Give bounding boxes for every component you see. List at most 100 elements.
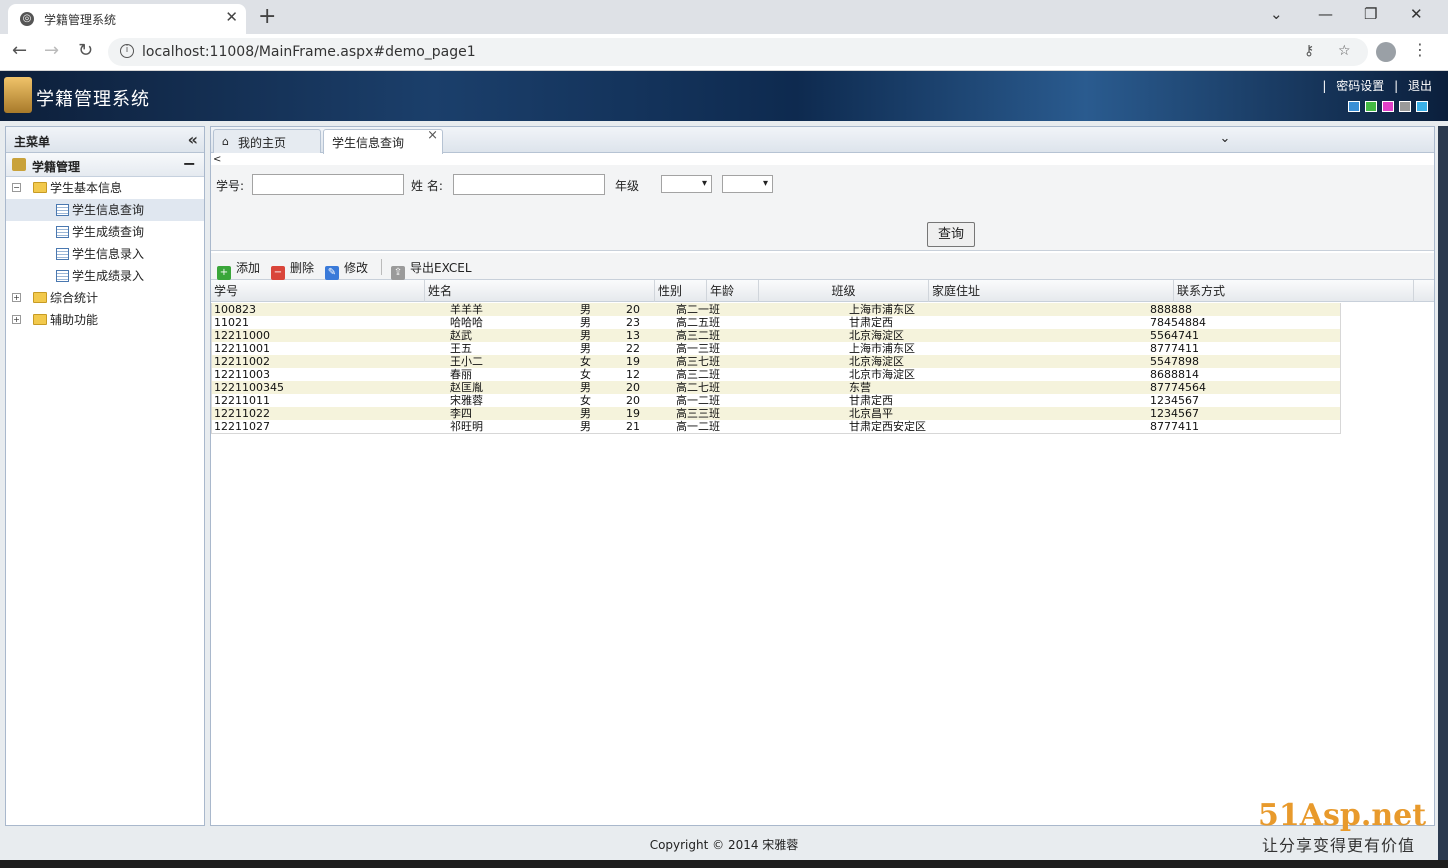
info-icon[interactable]: i <box>120 44 134 58</box>
cell-class: 高三三班 <box>676 407 720 420</box>
theme-swatch-green[interactable] <box>1365 101 1377 112</box>
minimize-button[interactable]: — <box>1318 5 1333 23</box>
table-row[interactable]: 12211003 春丽 女 12 高三二班 北京市海淀区 8688814 <box>212 368 1340 381</box>
cell-class: 高一二班 <box>676 394 720 407</box>
table-row[interactable]: 12211011 宋雅蓉 女 20 高一二班 甘肃定西 1234567 <box>212 394 1340 407</box>
theme-swatch-gray[interactable] <box>1399 101 1411 112</box>
tree-item-label: 学生成绩录入 <box>72 269 145 283</box>
theme-swatch-pink[interactable] <box>1382 101 1394 112</box>
window-close-button[interactable]: ✕ <box>1410 5 1423 23</box>
add-label: 添加 <box>236 261 261 275</box>
column-header-age[interactable]: 年龄 <box>707 280 759 302</box>
table-row[interactable]: 12211022 李四 男 19 高三三班 北京昌平 1234567 <box>212 407 1340 420</box>
tab-home[interactable]: ⌂ 我的主页 <box>213 129 321 153</box>
tree-item-auxiliary[interactable]: + 辅助功能 <box>6 309 204 331</box>
tree-item-statistics[interactable]: + 综合统计 <box>6 287 204 309</box>
star-icon[interactable]: ☆ <box>1338 43 1351 59</box>
tree-expand-icon[interactable]: + <box>12 293 21 302</box>
cell-contact: 8688814 <box>1150 368 1199 381</box>
cell-name: 祁旺明 <box>450 420 483 433</box>
cell-age: 20 <box>626 381 640 394</box>
cell-class: 高三二班 <box>676 368 720 381</box>
tree-item-label: 辅助功能 <box>50 313 99 327</box>
export-icon: ⇪ <box>391 266 405 280</box>
cell-gender: 男 <box>580 316 591 329</box>
cell-student-no: 12211002 <box>214 355 270 368</box>
class-select[interactable]: ▾ <box>722 175 773 193</box>
cell-age: 19 <box>626 407 640 420</box>
sidebar-section-student-management[interactable]: 学籍管理 − <box>6 153 204 177</box>
password-settings-link[interactable]: 密码设置 <box>1336 79 1384 93</box>
table-row[interactable]: 100823 羊羊羊 男 20 高二一班 上海市浦东区 888888 <box>212 303 1340 316</box>
cell-class: 高一三班 <box>676 342 720 355</box>
cell-name: 宋雅蓉 <box>450 394 483 407</box>
column-header-address[interactable]: 家庭住址 <box>929 280 1174 302</box>
section-icon <box>12 158 26 171</box>
cell-age: 22 <box>626 342 640 355</box>
tree-item-student-info-query[interactable]: 学生信息查询 <box>6 199 204 221</box>
delete-icon: − <box>271 266 285 280</box>
edit-button[interactable]: ✎ 修改 <box>325 259 368 280</box>
tree-collapse-icon[interactable]: − <box>12 183 21 192</box>
table-row[interactable]: 1221100345 赵匡胤 男 20 高二七班 东营 87774564 <box>212 381 1340 394</box>
forward-icon[interactable]: → <box>44 40 59 61</box>
menu-kebab-icon[interactable]: ⋮ <box>1412 40 1428 59</box>
new-tab-button[interactable]: + <box>258 4 276 29</box>
delete-button[interactable]: − 删除 <box>271 259 314 280</box>
home-icon: ⌂ <box>222 135 229 148</box>
restore-button[interactable]: ❐ <box>1364 5 1377 23</box>
profile-avatar-icon[interactable] <box>1376 42 1396 62</box>
column-header-name[interactable]: 姓名 <box>425 280 655 302</box>
cell-student-no: 12211011 <box>214 394 270 407</box>
tree-item-student-info-entry[interactable]: 学生信息录入 <box>6 243 204 265</box>
cell-student-no: 12211001 <box>214 342 270 355</box>
table-row[interactable]: 12211000 赵武 男 13 高三二班 北京海淀区 5564741 <box>212 329 1340 342</box>
column-header-contact[interactable]: 联系方式 <box>1174 280 1414 302</box>
table-row[interactable]: 11021 哈哈哈 男 23 高二五班 甘肃定西 78454884 <box>212 316 1340 329</box>
tree-item-student-score-query[interactable]: 学生成绩查询 <box>6 221 204 243</box>
column-header-class[interactable]: 班级 <box>759 280 929 302</box>
cell-address: 上海市浦东区 <box>849 342 915 355</box>
table-row[interactable]: 12211002 王小二 女 19 高三七班 北京海淀区 5547898 <box>212 355 1340 368</box>
logout-link[interactable]: 退出 <box>1408 79 1432 93</box>
close-tab-icon[interactable]: ✕ <box>225 8 238 26</box>
collapse-section-icon[interactable]: − <box>183 154 196 173</box>
cell-age: 20 <box>626 303 640 316</box>
name-label: 姓 名: <box>411 179 443 193</box>
cell-contact: 5564741 <box>1150 329 1199 342</box>
collapse-sidebar-icon[interactable]: « <box>188 130 198 149</box>
tree-expand-icon[interactable]: + <box>12 315 21 324</box>
theme-swatch-blue[interactable] <box>1348 101 1360 112</box>
table-row[interactable]: 12211001 王五 男 22 高一三班 上海市浦东区 8777411 <box>212 342 1340 355</box>
reload-icon[interactable]: ↻ <box>78 40 93 61</box>
cell-age: 12 <box>626 368 640 381</box>
cell-contact: 87774564 <box>1150 381 1206 394</box>
cell-address: 北京海淀区 <box>849 329 904 342</box>
tab-search-icon[interactable]: ⌄ <box>1270 5 1283 23</box>
key-icon[interactable]: ⚷ <box>1304 43 1314 59</box>
header-separator: | <box>1322 79 1327 93</box>
column-header-student-no[interactable]: 学号 <box>211 280 425 302</box>
add-button[interactable]: + 添加 <box>217 259 260 280</box>
edit-icon: ✎ <box>325 266 339 280</box>
tab-student-info-query[interactable]: 学生信息查询 × <box>323 128 443 154</box>
url-field[interactable]: i localhost:11008/MainFrame.aspx#demo_pa… <box>108 38 1368 66</box>
tree-item-student-score-entry[interactable]: 学生成绩录入 <box>6 265 204 287</box>
close-tab-icon[interactable]: × <box>427 128 438 143</box>
export-excel-button[interactable]: ⇪ 导出EXCEL <box>391 259 472 280</box>
browser-tab[interactable]: ◎ 学籍管理系统 ✕ <box>8 4 246 34</box>
back-icon[interactable]: ← <box>12 40 27 61</box>
tabs-dropdown-icon[interactable]: ⌄ <box>1215 126 1235 152</box>
tree-item-student-basic-info[interactable]: − 学生基本信息 <box>6 177 204 199</box>
cell-address: 甘肃定西 <box>849 394 893 407</box>
column-header-gender[interactable]: 性别 <box>655 280 707 302</box>
theme-swatch-cyan[interactable] <box>1416 101 1428 112</box>
student-no-input[interactable] <box>252 174 404 195</box>
table-body: 100823 羊羊羊男 20 高二一班 上海市浦东区 888888 11021 哈哈哈男 23 高… <box>211 303 1341 434</box>
name-input[interactable] <box>453 174 605 195</box>
theme-swatches <box>1343 101 1428 115</box>
grade-select[interactable]: ▾ <box>661 175 712 193</box>
search-button[interactable]: 查询 <box>927 222 975 247</box>
table-row[interactable]: 12211027 祁旺明 男 21 高一二班 甘肃定西安定区 8777411 <box>212 420 1340 433</box>
folder-icon <box>33 292 47 303</box>
